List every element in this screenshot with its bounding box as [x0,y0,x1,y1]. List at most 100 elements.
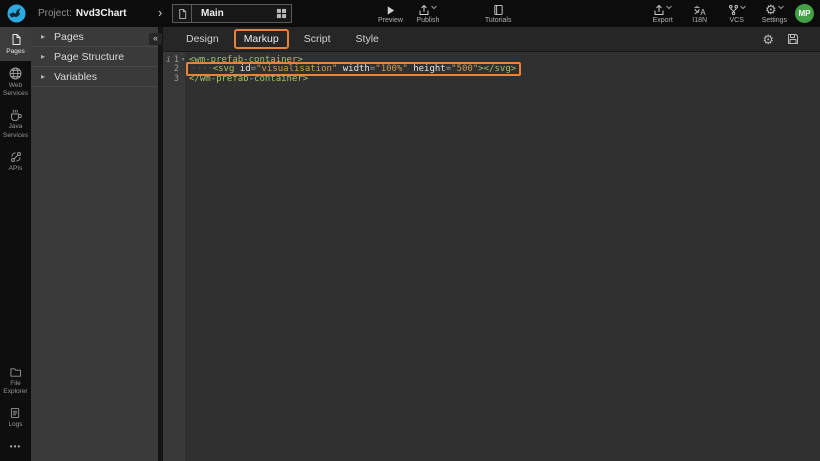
apis-icon [10,151,22,163]
chevron-right-icon[interactable]: › [158,5,162,20]
settings-icon: ⚙ [765,3,784,16]
pages-icon [10,33,22,46]
line-number: 3 [174,74,179,84]
action-label: VCS [730,17,744,24]
wavemaker-logo-icon[interactable] [7,4,26,23]
caret-right-icon: ▸ [41,52,45,61]
panel-section-label: Page Structure [54,51,124,63]
i18n-button[interactable]: AI18N [688,3,712,24]
caret-down-icon [431,0,437,15]
page-tab-main[interactable]: Main [172,4,292,23]
sidebar-item-pages[interactable]: Pages [0,27,31,61]
action-label: Preview [378,17,403,24]
sidebar-item-apis[interactable]: APIs [0,145,31,178]
wavemaker-studio: Project: Nvd3Chart › Main Preview Publish… [0,0,820,461]
info-icon: i [166,55,171,64]
token-tag: </wm-prefab-container> [189,74,308,84]
code-line[interactable]: 2 ····<svg id="visualisation" width="100%… [163,65,820,75]
token-attr: width [337,64,370,74]
export-button[interactable]: Export [651,3,675,24]
token-ws: ···· [191,64,213,74]
settings-button[interactable]: ⚙Settings [762,3,787,24]
token-attr: height [408,64,446,74]
java-services-icon [9,109,22,121]
line-gutter: 3 [163,74,185,84]
sidebar-item-java-services[interactable]: Java Services [0,103,31,144]
line-number: 1 [174,55,179,65]
editor-gutter [163,52,185,461]
topbar-center-actions: Preview Publish Tutorials [378,0,512,27]
tab-style[interactable]: Style [346,29,389,49]
panel-divider[interactable] [158,27,163,461]
svg-text:A: A [701,8,707,16]
code-text: </wm-prefab-container> [185,74,308,84]
tab-markup[interactable]: Markup [234,29,289,49]
sidebar-item-label: File Explorer [1,380,30,396]
page-tab-label: Main [192,8,272,19]
line-number: 2 [174,64,179,74]
more-button[interactable]: ••• [0,434,31,461]
panel-section-label: Variables [54,71,97,83]
i18n-icon: A [693,3,706,16]
save-icon[interactable] [787,33,799,45]
line-gutter: 2 [163,64,185,74]
token-str: "100%" [375,64,408,74]
gear-icon[interactable]: ⚙ [762,33,774,46]
editor-tabbar: DesignMarkupScriptStyle ⚙ [163,27,820,52]
sidebar-item-web-services[interactable]: Web Services [0,61,31,103]
left-panel: « ▸Pages▸Page Structure▸Variables [31,27,158,461]
token-tag: ></svg> [478,64,516,74]
panel-section-page-structure[interactable]: ▸ Page Structure [31,47,158,67]
sidebar-item-label: APIs [9,165,23,173]
token-tag: <svg [213,64,235,74]
vcs-button[interactable]: VCS [725,3,749,24]
token-str: "500" [451,64,478,74]
action-label: Tutorials [485,17,512,24]
action-label: I18N [692,17,707,24]
project-title: Project: Nvd3Chart [38,0,126,27]
line-gutter: i1▾ [163,55,185,65]
file-explorer-icon [9,367,22,378]
publish-icon [418,3,437,16]
export-icon [653,3,672,16]
play-icon [385,3,396,16]
action-label: Export [653,17,673,24]
editor-area: DesignMarkupScriptStyle⚙ i1▾<wm-prefab-c… [163,27,820,461]
caret-down-icon [740,0,746,15]
sidebar-item-label: Logs [8,421,22,429]
caret-right-icon: ▸ [41,72,45,81]
token-str: "visualisation" [256,64,337,74]
tab-script[interactable]: Script [294,29,341,49]
sidebar-item-label: Web Services [1,82,30,98]
grid-icon[interactable] [272,8,291,19]
tutorials-icon [493,3,504,16]
markup-editor[interactable]: i1▾<wm-prefab-container>2····<svg id="vi… [163,52,820,461]
tutorials-button[interactable]: Tutorials [485,3,512,24]
sidebar-item-file-explorer[interactable]: File Explorer [0,361,31,401]
topbar: Project: Nvd3Chart › Main Preview Publish… [0,0,820,27]
caret-right-icon: ▸ [41,32,45,41]
token-attr: id [234,64,250,74]
topbar-right-actions: Export AI18N VCS ⚙Settings [651,0,787,27]
action-label: Publish [416,17,439,24]
panel-section-pages[interactable]: ▸ Pages [31,27,158,47]
avatar[interactable]: MP [795,4,814,23]
panel-section-label: Pages [54,31,84,43]
panel-collapse-button[interactable]: « [149,33,162,45]
vcs-icon [728,3,746,16]
page-file-icon [173,5,192,22]
fold-icon[interactable]: ▾ [181,56,185,63]
publish-button[interactable]: Publish [416,3,440,24]
tabbar-tools: ⚙ [762,33,799,46]
code-text: ····<svg id="visualisation" width="100%"… [185,64,521,74]
panel-section-variables[interactable]: ▸ Variables [31,67,158,87]
tab-design[interactable]: Design [176,29,229,49]
left-icon-rail: Pages Web Services Java Services APIs File E… [0,27,31,461]
sidebar-item-logs[interactable]: Logs [0,401,31,434]
web-services-icon [9,67,22,80]
sidebar-item-label: Java Services [1,123,30,139]
sidebar-item-label: Pages [6,48,24,56]
caret-down-icon [778,0,784,15]
preview-button[interactable]: Preview [378,3,403,24]
logs-icon [10,407,21,419]
